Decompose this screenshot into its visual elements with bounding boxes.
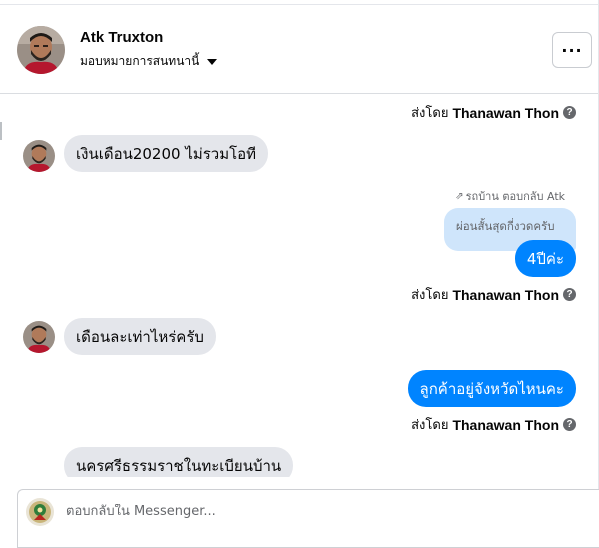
- reply-composer: [17, 489, 599, 548]
- contact-avatar-small[interactable]: [23, 140, 55, 172]
- caret-down-icon: [207, 58, 218, 65]
- conversation-header: Atk Truxton มอบหมายการสนทนานี้ ···: [0, 5, 598, 94]
- agent-name[interactable]: Thanawan Thon: [452, 287, 559, 303]
- more-options-button[interactable]: ···: [552, 32, 592, 68]
- help-icon[interactable]: ?: [563, 418, 576, 431]
- sent-by-label: ส่งโดย Thanawan Thon ?: [411, 102, 576, 123]
- reply-context-label: ⇗ รถบ้าน ตอบกลับ Atk: [455, 187, 565, 205]
- help-icon[interactable]: ?: [563, 288, 576, 301]
- sent-by-prefix: ส่งโดย: [411, 288, 449, 303]
- contact-name[interactable]: Atk Truxton: [80, 29, 163, 46]
- agent-name[interactable]: Thanawan Thon: [452, 417, 559, 433]
- help-icon[interactable]: ?: [563, 106, 576, 119]
- reply-context-text: รถบ้าน ตอบกลับ Atk: [465, 190, 565, 203]
- sent-by-label: ส่งโดย Thanawan Thon ?: [411, 414, 576, 435]
- incoming-message[interactable]: นครศรีธรรมราชในทะเบียนบ้าน: [64, 447, 294, 477]
- sent-by-prefix: ส่งโดย: [411, 418, 449, 433]
- incoming-message[interactable]: เดือนละเท่าไหร่ครับ: [64, 318, 216, 355]
- reply-input[interactable]: [66, 504, 466, 519]
- more-icon: ···: [561, 40, 583, 60]
- incoming-message[interactable]: เงินเดือน20200 ไม่รวมโอที: [64, 135, 269, 172]
- outgoing-message[interactable]: ลูกค้าอยู่จังหวัดไหนคะ: [407, 370, 576, 407]
- assign-conversation-dropdown[interactable]: มอบหมายการสนทนานี้: [80, 52, 218, 71]
- sent-by-prefix: ส่งโดย: [411, 106, 449, 121]
- reply-icon: ⇗: [455, 190, 464, 202]
- contact-avatar[interactable]: [17, 26, 65, 74]
- outgoing-message[interactable]: 4ปีค่ะ: [514, 240, 576, 277]
- message-thread[interactable]: ส่งโดย Thanawan Thon ? เงินเดือน20200 ไม…: [0, 95, 598, 477]
- agent-name[interactable]: Thanawan Thon: [452, 105, 559, 121]
- page-avatar: [26, 498, 54, 526]
- conversation-panel: Atk Truxton มอบหมายการสนทนานี้ ··· ส่งโด…: [0, 0, 599, 548]
- contact-avatar-small[interactable]: [23, 321, 55, 353]
- assign-conversation-label: มอบหมายการสนทนานี้: [80, 54, 200, 68]
- sent-by-label: ส่งโดย Thanawan Thon ?: [411, 284, 576, 305]
